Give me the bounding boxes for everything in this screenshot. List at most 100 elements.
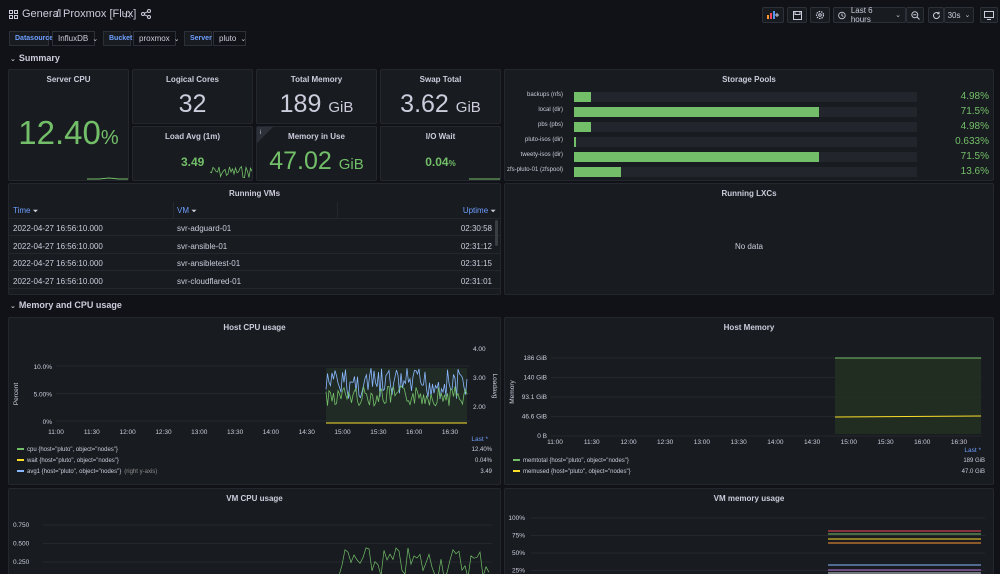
cell-vm: svr-cloudflared-01 [177,276,242,286]
apps-grid-icon[interactable] [9,10,18,19]
host-cpu-graph[interactable]: 10.0% 5.00% 0% 4.00 3.00 2.00 Percent Loadavg 11… [9,336,501,454]
stat-number: 12.40 [18,114,101,151]
table-row[interactable]: 2022-04-27 16:56:10.000 svr-cloudflared-0… [9,272,500,289]
panel-title: VM memory usage [713,494,785,503]
stat-value: 3.62 GiB [381,90,500,119]
refresh-interval-picker[interactable]: 30s ⌄ [944,7,974,23]
x-axis-tick: 14:30 [299,429,316,436]
panel-io-wait[interactable]: I/O Wait 0.04% [380,126,501,181]
panel-swap-total[interactable]: Swap Total 3.62 GiB [380,69,501,124]
stat-value: 12.40% [9,114,128,152]
panel-title: Host CPU usage [223,323,286,332]
vm-memory-graph[interactable]: 100% 75% 50% 25% [505,507,994,574]
x-axis-tick: 15:30 [370,429,387,436]
row-header-summary[interactable]: ⌄ Summary [10,53,60,63]
legend-item[interactable]: memused {host="pluto", object="nodes"} 47… [513,469,985,479]
tv-mode-button[interactable] [980,7,998,23]
filter-icon[interactable]: ⏷ [191,208,197,215]
legend-header[interactable]: Last * [964,447,981,454]
y-axis-tick: 0% [43,419,53,426]
vm-cpu-graph[interactable]: 0.750 0.500 0.250 [9,507,501,574]
x-axis-tick: 12:00 [620,439,637,446]
panel-host-memory[interactable]: Host Memory 186 GiB 140 GiB 93.1 GiB 46.6 G… [504,317,994,485]
panel-title: Server CPU [46,75,91,84]
legend-last-value: 189 GiB [963,458,985,464]
pool-usage-fill [574,152,820,162]
storage-pool-row: pbs (pbs) 4.98% [505,121,993,133]
column-divider [173,202,174,218]
pool-usage-bar [574,107,917,117]
dashboard-settings-button[interactable] [810,7,830,23]
add-panel-button[interactable] [762,7,784,23]
x-axis-tick: 11:00 [48,429,64,436]
panel-title: Running LXCs [721,189,777,198]
pool-usage-value: 4.98% [960,91,989,102]
cell-vm: svr-ansibletest-01 [177,259,241,268]
variable-label-bucket: Bucket [103,31,132,46]
legend-series-name: avg1 {host="pluto", object="nodes"} [27,469,122,475]
column-header-vm[interactable]: VM ⏷ [177,206,197,216]
star-icon[interactable]: ☆ [123,8,133,21]
panel-memory-in-use[interactable]: i Memory in Use 47.02 GiB [256,126,377,181]
y-axis-tick: 0.750 [13,522,30,529]
x-axis-tick: 13:00 [694,439,711,446]
legend-last-value: 12.40% [471,447,492,453]
pool-usage-value: 0.633% [955,136,989,147]
panel-vm-cpu-usage[interactable]: VM CPU usage 0.750 0.500 0.250 [8,488,501,574]
variable-select-bucket[interactable]: proxmox ⌄ [133,31,180,46]
panel-host-cpu-usage[interactable]: Host CPU usage 10.0% 5.00% 0% 4.00 3.00 2.00 P… [8,317,501,485]
time-picker-button[interactable]: Last 6 hours ⌄ [833,6,906,24]
x-axis-tick: 12:00 [119,429,136,436]
panel-logical-cores[interactable]: Logical Cores 32 [132,69,253,124]
legend-item[interactable]: wait {host="pluto", object="nodes"} 0.04% [17,458,492,468]
panel-storage-pools[interactable]: Storage Pools backups (nfs) 4.98% local (d… [504,69,994,181]
x-axis-tick: 14:30 [804,439,821,446]
variable-select-datasource[interactable]: InfluxDB ⌄ [52,31,98,46]
table-row[interactable]: 2022-04-27 16:56:10.000 svr-ansibletest-0… [9,254,500,271]
filter-icon[interactable]: ⏷ [490,208,496,215]
pool-usage-bar [574,122,917,132]
y-axis-right-tick: 2.00 [473,404,486,411]
panel-vm-memory-usage[interactable]: VM memory usage 100% 75% 50% 25% [504,488,994,574]
x-axis-tick: 16:00 [406,429,423,436]
panel-running-lxcs[interactable]: Running LXCs No data [504,183,994,295]
x-axis-tick: 15:00 [841,439,858,446]
legend-item[interactable]: cpu {host="pluto", object="nodes"} 12.40% [17,447,492,457]
gear-icon [815,10,825,20]
share-icon[interactable] [141,9,151,19]
filter-icon[interactable]: ⏷ [33,208,39,215]
y-axis-tick: 25% [512,568,525,574]
x-axis-tick: 15:30 [877,439,894,446]
pool-usage-fill [574,92,592,102]
zoom-out-button[interactable] [906,7,924,23]
x-axis-tick: 14:00 [263,429,280,436]
x-axis-tick: 14:00 [767,439,784,446]
host-memory-graph[interactable]: 186 GiB 140 GiB 93.1 GiB 46.6 GiB 0 B Memory 1… [505,336,994,454]
table-scrollbar[interactable] [495,220,498,246]
legend-series-name: cpu {host="pluto", object="nodes"} [27,447,118,453]
panel-load-avg[interactable]: Load Avg (1m) 3.49 [132,126,253,181]
panel-running-vms[interactable]: Running VMs Time ⏷ VM ⏷ Uptime ⏷ 2022-04… [8,183,501,295]
legend-item[interactable]: avg1 {host="pluto", object="nodes"} (righ… [17,469,492,479]
y-axis-right-tick: 4.00 [473,346,486,353]
legend-item[interactable]: memtotal {host="pluto", object="nodes"} 1… [513,458,985,468]
legend-header[interactable]: Last * [471,436,488,443]
column-header-time[interactable]: Time ⏷ [13,206,38,216]
refresh-button[interactable] [928,7,944,23]
panel-server-cpu[interactable]: Server CPU 12.40% [8,69,129,181]
storage-pool-row: local (dir) 71.5% [505,106,993,118]
variable-select-server[interactable]: pluto ⌄ [213,31,246,46]
row-header-memory-cpu[interactable]: ⌄ Memory and CPU usage [10,300,122,310]
stat-value: 32 [178,90,207,118]
table-row[interactable]: 2022-04-27 16:56:10.000 svr-ansible-01 02:… [9,237,500,254]
column-header-uptime[interactable]: Uptime ⏷ [463,206,496,216]
variable-value: pluto [219,34,237,43]
y-axis-label: Memory [509,380,516,404]
save-dashboard-button[interactable] [787,7,807,23]
row-title: Memory and CPU usage [18,300,122,310]
chevron-down-icon: ⌄ [895,12,901,19]
panel-total-memory[interactable]: Total Memory 189 GiB [256,69,377,124]
table-row[interactable]: 2022-04-27 16:56:10.000 svr-adguard-01 02:… [9,219,500,236]
x-axis-tick: 11:30 [584,439,600,446]
stat-number: 3.62 [400,90,449,118]
